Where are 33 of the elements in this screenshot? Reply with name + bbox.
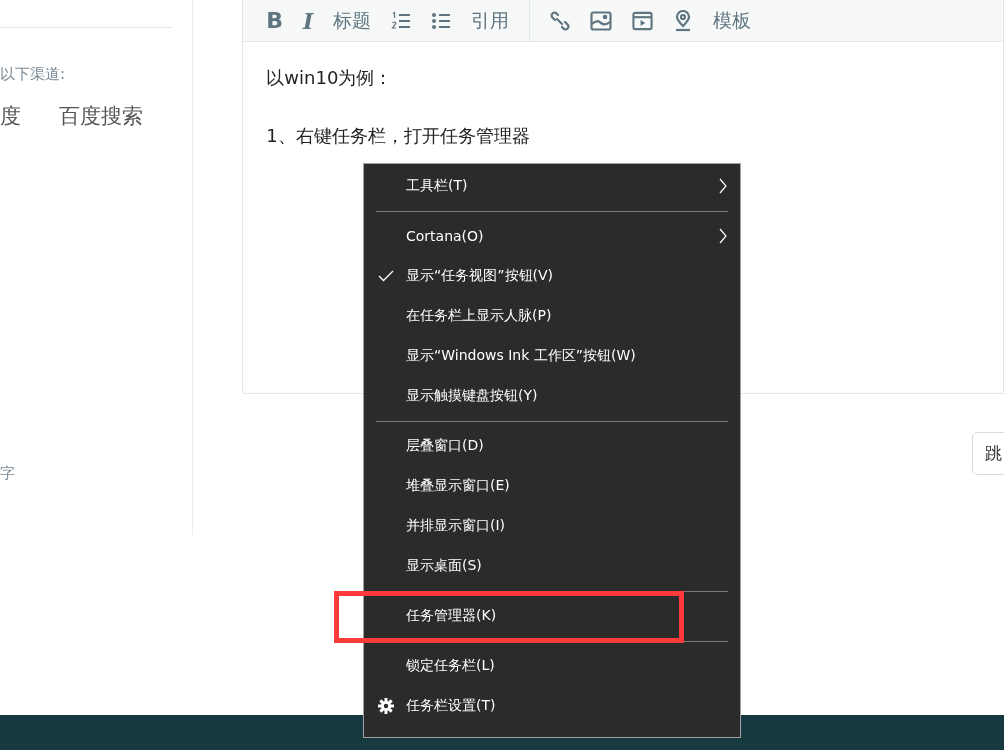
paragraph-text: 1、右键任务栏，打开任务管理器: [266, 124, 531, 148]
bullet-list-icon[interactable]: [431, 10, 452, 31]
toolbar-button[interactable]: 标题: [333, 7, 372, 34]
ordered-list-icon[interactable]: [391, 10, 412, 31]
gear-icon: [378, 698, 394, 714]
menu-item[interactable]: 显示“Windows Ink 工作区”按钮(W): [406, 347, 636, 365]
menu-item[interactable]: 显示“任务视图”按钮(V): [406, 267, 553, 285]
search-link[interactable]: 百度搜索: [59, 102, 143, 130]
hint-text: 以下渠道:: [0, 65, 66, 84]
menu-item[interactable]: 显示触摸键盘按钮(Y): [406, 387, 538, 405]
bold-button[interactable]: B: [266, 8, 284, 33]
paragraph-text: 以win10为例：: [266, 66, 394, 90]
menu-item[interactable]: 任务栏设置(T): [406, 697, 496, 715]
menu-item[interactable]: 显示桌面(S): [406, 557, 482, 575]
toolbar-button[interactable]: 模板: [713, 7, 752, 34]
menu-item[interactable]: 并排显示窗口(I): [406, 517, 506, 535]
menu-item[interactable]: 锁定任务栏(L): [406, 657, 495, 675]
italic-button[interactable]: I: [303, 7, 314, 34]
video-icon[interactable]: [632, 10, 654, 31]
menu-item[interactable]: 任务管理器(K): [406, 607, 497, 625]
menu-item[interactable]: Cortana(O): [406, 228, 484, 244]
link-icon[interactable]: [550, 10, 571, 31]
side-button[interactable]: 跳: [972, 432, 1004, 475]
search-link[interactable]: 度: [0, 102, 21, 130]
menu-item[interactable]: 堆叠显示窗口(E): [406, 477, 510, 495]
chevron-right-icon: [719, 228, 727, 244]
chevron-right-icon: [719, 178, 727, 194]
toolbar-button[interactable]: 引用: [471, 7, 510, 34]
menu-item[interactable]: 层叠窗口(D): [406, 437, 484, 455]
image-icon[interactable]: [590, 10, 613, 31]
note-text: 字: [0, 464, 15, 483]
menu-item[interactable]: 工具栏(T): [406, 177, 468, 195]
menu-item[interactable]: 在任务栏上显示人脉(P): [406, 307, 552, 325]
